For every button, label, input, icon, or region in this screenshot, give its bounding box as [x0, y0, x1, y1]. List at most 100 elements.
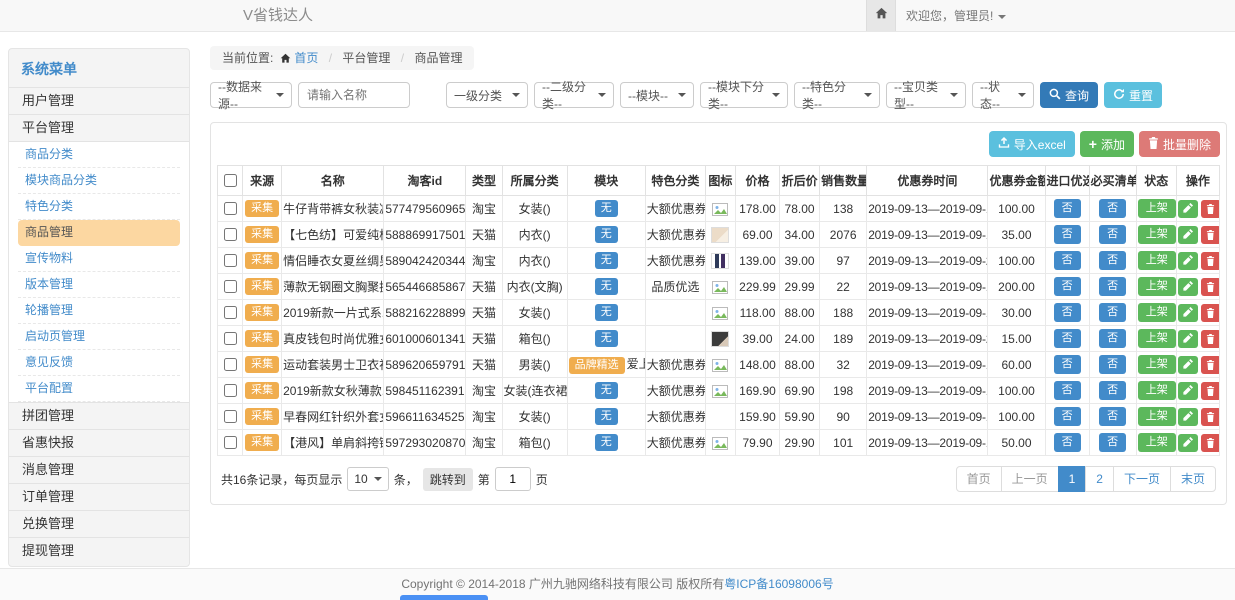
status-badge[interactable]: 上架	[1138, 225, 1176, 243]
bottom-scrollbar[interactable]	[400, 595, 488, 600]
icp-link[interactable]: 粤ICP备16098006号	[724, 577, 833, 591]
sidebar-item-version-mgmt[interactable]: 版本管理	[18, 272, 180, 298]
add-button[interactable]: +添加	[1080, 131, 1134, 157]
edit-button[interactable]	[1178, 278, 1198, 296]
sidebar-item-carousel-mgmt[interactable]: 轮播管理	[18, 298, 180, 324]
mustbuy-toggle[interactable]: 否	[1099, 433, 1126, 451]
sidebar-item-goods-category[interactable]: 商品分类	[18, 142, 180, 168]
delete-button[interactable]	[1201, 278, 1220, 296]
imported-toggle[interactable]: 否	[1054, 407, 1081, 425]
row-checkbox[interactable]	[224, 228, 237, 241]
mustbuy-toggle[interactable]: 否	[1099, 225, 1126, 243]
row-checkbox[interactable]	[224, 280, 237, 293]
imported-toggle[interactable]: 否	[1054, 329, 1081, 347]
edit-button[interactable]	[1178, 330, 1198, 348]
status-badge[interactable]: 上架	[1138, 277, 1176, 295]
row-checkbox[interactable]	[224, 254, 237, 267]
sidebar-item-module-goods-category[interactable]: 模块商品分类	[18, 168, 180, 194]
status-badge[interactable]: 上架	[1138, 303, 1176, 321]
delete-button[interactable]	[1201, 226, 1220, 244]
sidebar-item-feature-category[interactable]: 特色分类	[18, 194, 180, 220]
source-filter-select[interactable]: --数据来源--	[210, 82, 292, 108]
mustbuy-toggle[interactable]: 否	[1099, 251, 1126, 269]
per-page-select[interactable]: 10	[347, 467, 388, 491]
breadcrumb-home-link[interactable]: 首页	[294, 51, 318, 65]
edit-button[interactable]	[1178, 304, 1198, 322]
mustbuy-toggle[interactable]: 否	[1099, 199, 1126, 217]
status-badge[interactable]: 上架	[1138, 355, 1176, 373]
edit-button[interactable]	[1178, 226, 1198, 244]
select-all-checkbox[interactable]	[224, 174, 237, 187]
delete-button[interactable]	[1201, 330, 1220, 348]
imported-toggle[interactable]: 否	[1054, 225, 1081, 243]
jump-page-input[interactable]	[495, 467, 531, 491]
edit-button[interactable]	[1178, 356, 1198, 374]
sidebar-item-group-buy[interactable]: 拼团管理	[9, 402, 189, 429]
status-badge[interactable]: 上架	[1138, 433, 1176, 451]
feature-filter-select[interactable]: --特色分类--	[794, 82, 880, 108]
edit-button[interactable]	[1178, 434, 1198, 452]
sidebar-item-goods-mgmt-active[interactable]: 商品管理	[18, 220, 180, 246]
delete-button[interactable]	[1201, 252, 1220, 270]
mustbuy-toggle[interactable]: 否	[1099, 407, 1126, 425]
status-badge[interactable]: 上架	[1138, 199, 1176, 217]
pager-page-2[interactable]: 2	[1085, 466, 1114, 492]
row-checkbox[interactable]	[224, 306, 237, 319]
query-button[interactable]: 查询	[1040, 82, 1098, 108]
imported-toggle[interactable]: 否	[1054, 199, 1081, 217]
name-search-input[interactable]	[298, 82, 410, 108]
mustbuy-toggle[interactable]: 否	[1099, 355, 1126, 373]
status-badge[interactable]: 上架	[1138, 251, 1176, 269]
home-button[interactable]	[866, 0, 896, 31]
cat1-filter-select[interactable]: 一级分类	[446, 82, 528, 108]
edit-button[interactable]	[1178, 382, 1198, 400]
row-checkbox[interactable]	[224, 332, 237, 345]
delete-button[interactable]	[1201, 356, 1220, 374]
status-badge[interactable]: 上架	[1138, 407, 1176, 425]
delete-button[interactable]	[1201, 408, 1220, 426]
status-badge[interactable]: 上架	[1138, 381, 1176, 399]
jump-button[interactable]: 跳转到	[423, 468, 473, 491]
mustbuy-toggle[interactable]: 否	[1099, 329, 1126, 347]
sidebar-item-partial[interactable]: 提现管理	[9, 537, 189, 564]
delete-button[interactable]	[1201, 304, 1220, 322]
mustbuy-toggle[interactable]: 否	[1099, 277, 1126, 295]
sidebar-item-platform-config[interactable]: 平台配置	[18, 376, 180, 402]
row-checkbox[interactable]	[224, 410, 237, 423]
row-checkbox[interactable]	[224, 358, 237, 371]
import-excel-button[interactable]: 导入excel	[989, 131, 1075, 157]
sidebar-item-exchange-mgmt[interactable]: 兑换管理	[9, 510, 189, 537]
mustbuy-toggle[interactable]: 否	[1099, 381, 1126, 399]
user-menu[interactable]: 欢迎您，管理员!	[906, 0, 1006, 32]
batch-delete-button[interactable]: 批量删除	[1139, 131, 1220, 157]
row-checkbox[interactable]	[224, 384, 237, 397]
imported-toggle[interactable]: 否	[1054, 303, 1081, 321]
pager-page-1[interactable]: 1	[1058, 466, 1087, 492]
sidebar-item-promo-material[interactable]: 宣传物料	[18, 246, 180, 272]
sidebar-item-user-mgmt[interactable]: 用户管理	[9, 87, 189, 114]
pager-first[interactable]: 首页	[956, 466, 1002, 492]
imported-toggle[interactable]: 否	[1054, 277, 1081, 295]
imported-toggle[interactable]: 否	[1054, 381, 1081, 399]
sidebar-item-express-news[interactable]: 省惠快报	[9, 429, 189, 456]
pager-last[interactable]: 末页	[1170, 466, 1216, 492]
delete-button[interactable]	[1201, 200, 1220, 218]
edit-button[interactable]	[1178, 200, 1198, 218]
pager-next[interactable]: 下一页	[1113, 466, 1171, 492]
row-checkbox[interactable]	[224, 202, 237, 215]
imported-toggle[interactable]: 否	[1054, 251, 1081, 269]
pager-prev[interactable]: 上一页	[1001, 466, 1059, 492]
imported-toggle[interactable]: 否	[1054, 433, 1081, 451]
module-filter-select[interactable]: --模块--	[620, 82, 694, 108]
imported-toggle[interactable]: 否	[1054, 355, 1081, 373]
status-badge[interactable]: 上架	[1138, 329, 1176, 347]
delete-button[interactable]	[1201, 434, 1220, 452]
delete-button[interactable]	[1201, 382, 1220, 400]
sidebar-item-message-mgmt[interactable]: 消息管理	[9, 456, 189, 483]
sidebar-item-order-mgmt[interactable]: 订单管理	[9, 483, 189, 510]
sidebar-item-feedback[interactable]: 意见反馈	[18, 350, 180, 376]
cat2-filter-select[interactable]: --二级分类--	[534, 82, 614, 108]
edit-button[interactable]	[1178, 408, 1198, 426]
sidebar-item-platform-mgmt[interactable]: 平台管理	[9, 114, 189, 141]
status-filter-select[interactable]: --状态--	[972, 82, 1034, 108]
